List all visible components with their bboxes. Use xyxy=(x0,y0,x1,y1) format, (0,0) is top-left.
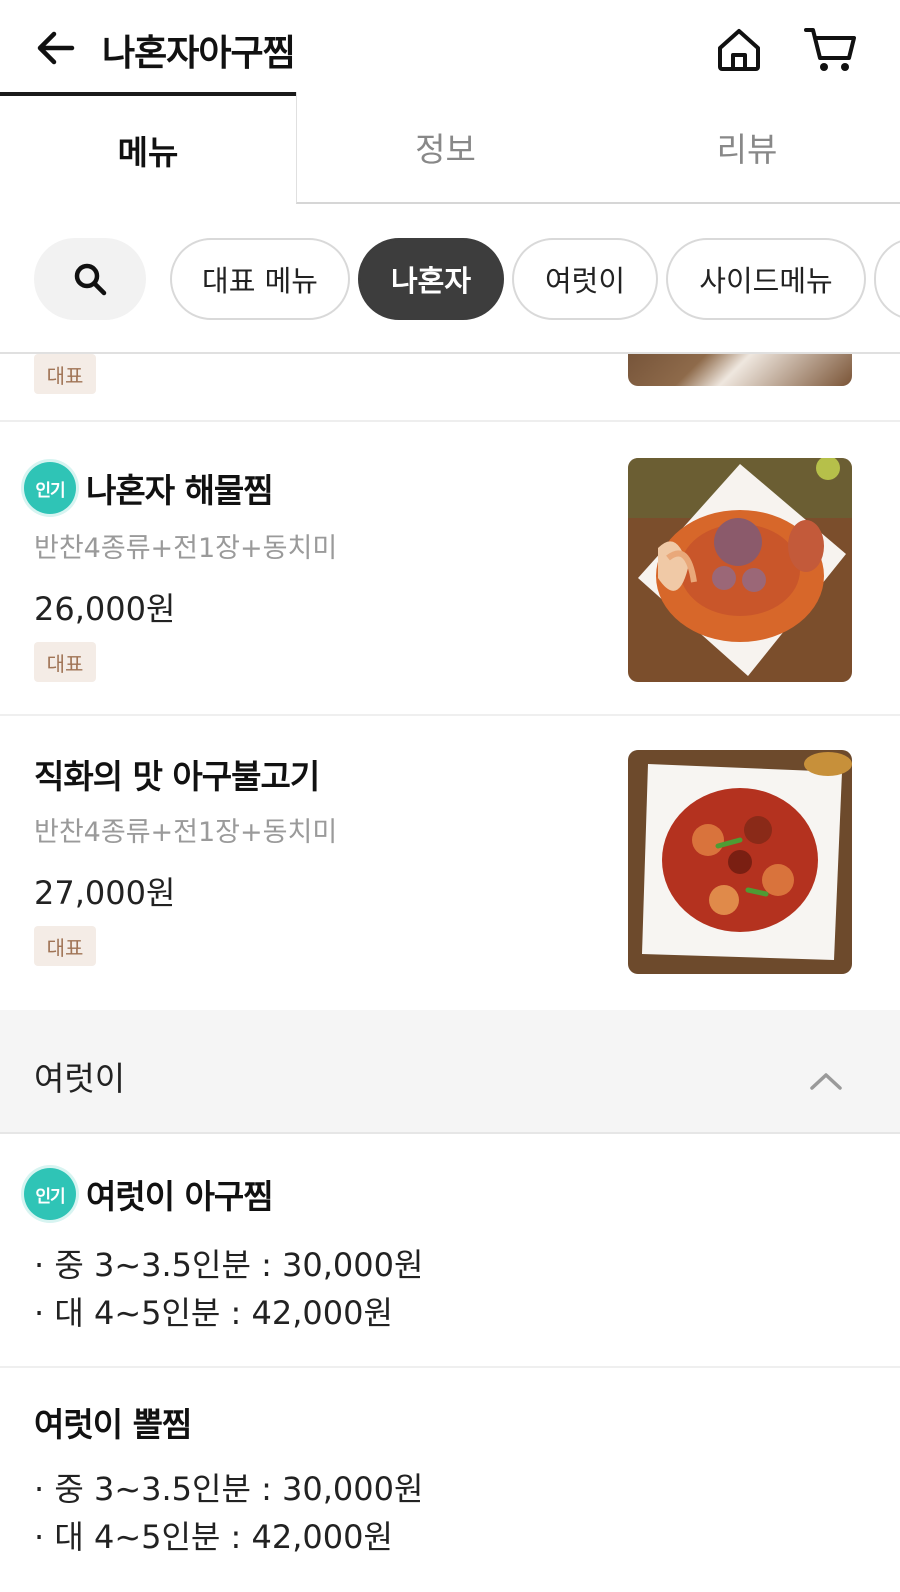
menu-option-large: · 대 4~5인분 : 42,000원 xyxy=(34,1294,393,1332)
category-chip-bar: 대표 메뉴 나혼자 여럿이 사이드메뉴 xyxy=(0,204,900,354)
menu-search-button[interactable] xyxy=(34,238,146,320)
menu-item-image xyxy=(628,750,852,974)
representative-tag: 대표 xyxy=(34,642,96,682)
arrow-left-icon xyxy=(37,31,75,65)
menu-item-name-row: 인기 나혼자 해물찜 xyxy=(24,462,274,514)
menu-item-group-ppol-jjim[interactable]: 여럿이 뽈찜 · 중 3~3.5인분 : 30,000원 · 대 4~5인분 :… xyxy=(0,1368,900,1592)
app-header: 나혼자아구찜 xyxy=(0,0,900,96)
menu-item-image xyxy=(628,458,852,682)
representative-tag: 대표 xyxy=(34,926,96,966)
menu-option-medium: · 중 3~3.5인분 : 30,000원 xyxy=(34,1246,424,1284)
cart-icon xyxy=(804,28,856,71)
chip-group[interactable]: 여럿이 xyxy=(512,238,658,320)
popular-badge: 인기 xyxy=(24,1168,76,1220)
section-title: 여럿이 xyxy=(34,1059,126,1098)
chip-side-menu[interactable]: 사이드메뉴 xyxy=(666,238,866,320)
chip-overflow[interactable] xyxy=(874,238,900,320)
menu-item-partial[interactable]: 대표 xyxy=(0,354,900,422)
chevron-up-icon xyxy=(810,1073,842,1090)
menu-item-name: 여럿이 아구찜 xyxy=(86,1177,274,1216)
menu-item-image xyxy=(628,354,852,386)
tab-review[interactable]: 리뷰 xyxy=(594,92,900,204)
cart-button[interactable] xyxy=(802,22,860,76)
popular-badge: 인기 xyxy=(24,462,76,514)
tab-bar: 메뉴 정보 리뷰 xyxy=(0,92,900,204)
menu-item-solo-seafood-jjim[interactable]: 인기 나혼자 해물찜 반찬4종류+전1장+동치미 26,000원 대표 xyxy=(0,422,900,716)
menu-item-name-row: 인기 여럿이 아구찜 xyxy=(24,1168,274,1220)
menu-item-name: 여럿이 뽈찜 xyxy=(34,1405,192,1444)
menu-item-grilled-agu-bulgogi[interactable]: 직화의 맛 아구불고기 반찬4종류+전1장+동치미 27,000원 대표 xyxy=(0,716,900,1010)
menu-item-description: 반찬4종류+전1장+동치미 xyxy=(34,533,338,564)
menu-item-group-agu-jjim[interactable]: 인기 여럿이 아구찜 · 중 3~3.5인분 : 30,000원 · 대 4~5… xyxy=(0,1134,900,1368)
section-header-group[interactable]: 여럿이 xyxy=(0,1010,900,1134)
search-icon xyxy=(74,263,107,296)
chip-representative-menu[interactable]: 대표 메뉴 xyxy=(170,238,350,320)
chip-solo[interactable]: 나혼자 xyxy=(358,238,504,320)
tab-menu[interactable]: 메뉴 xyxy=(0,92,296,204)
menu-item-description: 반찬4종류+전1장+동치미 xyxy=(34,817,338,848)
menu-option-large: · 대 4~5인분 : 42,000원 xyxy=(34,1518,393,1556)
tab-info[interactable]: 정보 xyxy=(296,92,594,204)
menu-item-price: 26,000원 xyxy=(34,590,176,628)
home-icon xyxy=(718,29,760,71)
menu-option-medium: · 중 3~3.5인분 : 30,000원 xyxy=(34,1470,424,1508)
representative-tag: 대표 xyxy=(34,354,96,394)
home-button[interactable] xyxy=(712,22,766,76)
menu-item-name: 직화의 맛 아구불고기 xyxy=(34,757,320,796)
menu-item-price: 27,000원 xyxy=(34,874,176,912)
back-button[interactable] xyxy=(30,22,82,74)
menu-item-name: 나혼자 해물찜 xyxy=(86,471,274,510)
page-title: 나혼자아구찜 xyxy=(102,33,296,74)
